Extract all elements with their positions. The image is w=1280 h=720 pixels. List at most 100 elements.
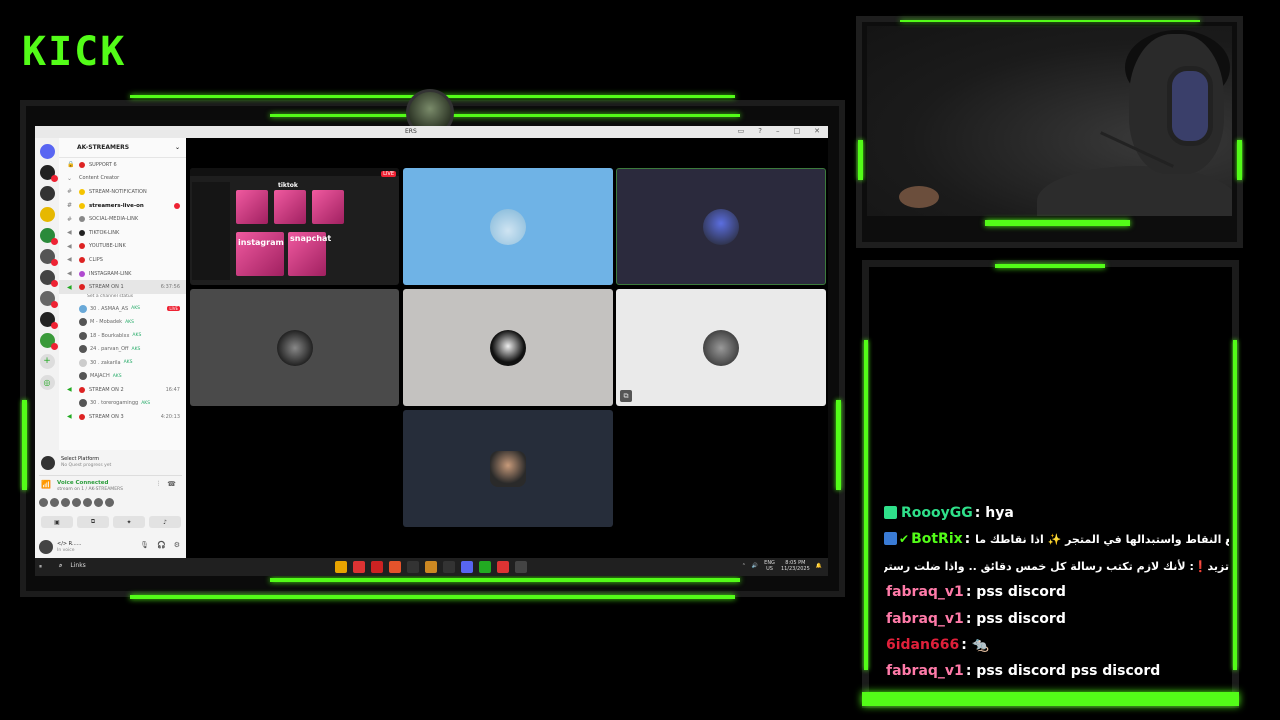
video-tile[interactable] <box>190 289 399 406</box>
noise-suppression-icon[interactable]: ⫶ <box>158 480 160 489</box>
help-icon[interactable]: ? <box>758 127 762 135</box>
app-icon[interactable] <box>389 561 401 573</box>
server-icon[interactable] <box>39 312 58 329</box>
monitor-icon[interactable]: ▭ <box>738 127 745 135</box>
app-icon[interactable] <box>515 561 527 573</box>
chat-username[interactable]: RoooyGG <box>901 505 973 521</box>
voice-user[interactable]: 30 . zakarila AKS <box>59 356 186 370</box>
channel-support-6[interactable]: 🔒 SUPPORT 6 <box>59 158 186 172</box>
app-icon[interactable] <box>425 561 437 573</box>
app-icon[interactable] <box>335 561 347 573</box>
speaker-icon: ◀ <box>67 413 72 421</box>
headset-icon <box>1167 66 1213 146</box>
chat-message: ✔BotRix: طبع جمع النقاط واستبدالها في ال… <box>884 526 1229 552</box>
settings-gear-icon[interactable]: ⚙ <box>174 541 180 549</box>
server-icon[interactable] <box>39 291 58 308</box>
lock-icon: 🔒 <box>67 161 75 169</box>
video-tile-screen-share[interactable]: tiktok instagram snapchat LIVE <box>190 168 399 285</box>
video-tile[interactable] <box>616 168 826 285</box>
explore-servers-icon[interactable]: ◎ <box>39 375 55 390</box>
app-icon[interactable] <box>461 561 473 573</box>
chat-username[interactable]: BotRix <box>911 531 963 547</box>
chat-badge-icon <box>884 506 897 519</box>
voice-channel-stream-on-2[interactable]: ◀ STREAM ON 2 16:47 <box>59 383 186 397</box>
server-icon[interactable] <box>39 270 58 287</box>
voice-channel-stream-on-3[interactable]: ◀ STREAM ON 3 4:20:13 <box>59 410 186 424</box>
minimize-icon[interactable]: – <box>776 127 780 135</box>
headphones-icon[interactable]: 🎧 <box>157 541 166 549</box>
voice-user[interactable]: 30 . torerogamingg AKS <box>59 397 186 411</box>
voice-user[interactable]: 24 . parvan_Off AKS <box>59 342 186 356</box>
app-icon[interactable] <box>353 561 365 573</box>
video-tile[interactable]: ⧉ <box>616 289 826 406</box>
webcam-notch-left <box>858 140 863 180</box>
camera-button[interactable]: ▣ <box>41 516 73 528</box>
discord-bottom-panel: Select Platform No Quest progress yet 📶 … <box>35 450 186 564</box>
microphone-icon[interactable]: 🎙 <box>140 541 149 549</box>
tray-language[interactable]: ENG US <box>764 560 775 572</box>
avatar[interactable] <box>39 540 53 554</box>
voice-time: 6:37:56 <box>160 284 180 291</box>
chevron-up-icon[interactable]: ⌃ <box>742 563 746 569</box>
voice-user[interactable]: MAJACH AKS <box>59 369 186 383</box>
server-icon[interactable] <box>39 228 58 245</box>
video-tile[interactable] <box>403 410 613 527</box>
channel-youtube-link[interactable]: ◀ YOUTUBE-LINK <box>59 240 186 254</box>
chat-message: fabraq_v1: pss discord <box>886 584 1066 601</box>
select-platform[interactable]: Select Platform No Quest progress yet <box>39 452 182 476</box>
instagram-text: instagram <box>238 238 284 247</box>
video-tile[interactable] <box>403 289 613 406</box>
close-icon[interactable]: ✕ <box>814 127 820 135</box>
chat-username[interactable]: fabraq_v1 <box>886 663 964 679</box>
taskbar-search[interactable]: ⌕ Links <box>59 562 86 570</box>
soundboard-button[interactable]: ♪ <box>149 516 181 528</box>
chat-username[interactable]: 6idan666 <box>886 637 959 653</box>
disconnect-icon[interactable]: ☎ <box>167 480 176 489</box>
voice-connected-panel: 📶 Voice Connected stream on 1 / AK-STREA… <box>39 478 182 534</box>
start-icon[interactable]: ⏸ <box>39 563 42 571</box>
server-icon[interactable] <box>39 333 58 350</box>
webcam-accent-top <box>900 20 1200 22</box>
channel-tiktok-link[interactable]: ◀ TIKTOK-LINK <box>59 226 186 240</box>
voice-channel-stream-on-1[interactable]: ◀ STREAM ON 1 6:37:56 <box>59 280 186 294</box>
speaker-icon: ◀ <box>67 242 72 250</box>
screen-share-button[interactable]: ⧉ <box>77 516 109 528</box>
chat-text: pss discord <box>976 584 1066 601</box>
channel-instagram-link[interactable]: ◀ INSTAGRAM-LINK <box>59 267 186 281</box>
voice-user[interactable]: 30 . ASMAA_AS AKS LIVE <box>59 302 186 316</box>
chevron-down-icon[interactable]: ⌄ <box>175 144 180 151</box>
chat-username[interactable]: fabraq_v1 <box>886 611 964 627</box>
avatar <box>490 208 526 245</box>
notifications-icon[interactable]: 🔔 <box>816 563 822 569</box>
chat-username[interactable]: fabraq_v1 <box>886 584 964 600</box>
channel-status[interactable]: Set a channel status <box>59 294 186 302</box>
guild-header[interactable]: AK-STREAMERS ⌄ <box>59 138 186 158</box>
server-icon[interactable] <box>39 249 58 266</box>
channel-social-media-link[interactable]: # SOCIAL-MEDIA-LINK <box>59 212 186 226</box>
server-icon[interactable] <box>39 207 55 222</box>
tray-clock[interactable]: 8:05 PM 11/23/2025 <box>781 560 810 572</box>
app-icon[interactable] <box>443 561 455 573</box>
server-icon[interactable] <box>39 165 58 182</box>
category-content-creator[interactable]: ⌄ Content Creator <box>59 172 186 186</box>
maximize-icon[interactable]: □ <box>794 127 801 135</box>
video-tile[interactable] <box>403 168 613 285</box>
server-icon[interactable] <box>39 186 55 201</box>
activities-button[interactable]: ✦ <box>113 516 145 528</box>
channel-streamers-live-on[interactable]: # streamers-live-on <box>59 199 186 213</box>
frame-accent-bottom <box>270 578 740 582</box>
app-icon[interactable] <box>479 561 491 573</box>
channel-stream-notification[interactable]: # STREAM-NOTIFICATION <box>59 185 186 199</box>
chevron-down-icon: ⌄ <box>67 174 73 182</box>
voice-user[interactable]: M - Mobadek AKS <box>59 315 186 329</box>
volume-icon[interactable]: 🔊 <box>752 563 758 569</box>
app-icon[interactable] <box>371 561 383 573</box>
app-icon[interactable] <box>497 561 509 573</box>
server-icon[interactable] <box>39 144 55 159</box>
voice-user[interactable]: 18 - Bourkablxx AKS <box>59 329 186 343</box>
add-server-icon[interactable]: + <box>39 354 55 369</box>
discord-window: ERS ▭ ? – □ ✕ + ◎ AK-STREAMERS ⌄ 🔒 SUPPOR… <box>35 126 828 576</box>
channel-clips[interactable]: ◀ CLIPS <box>59 253 186 267</box>
app-icon[interactable] <box>407 561 419 573</box>
avatar <box>703 208 739 245</box>
